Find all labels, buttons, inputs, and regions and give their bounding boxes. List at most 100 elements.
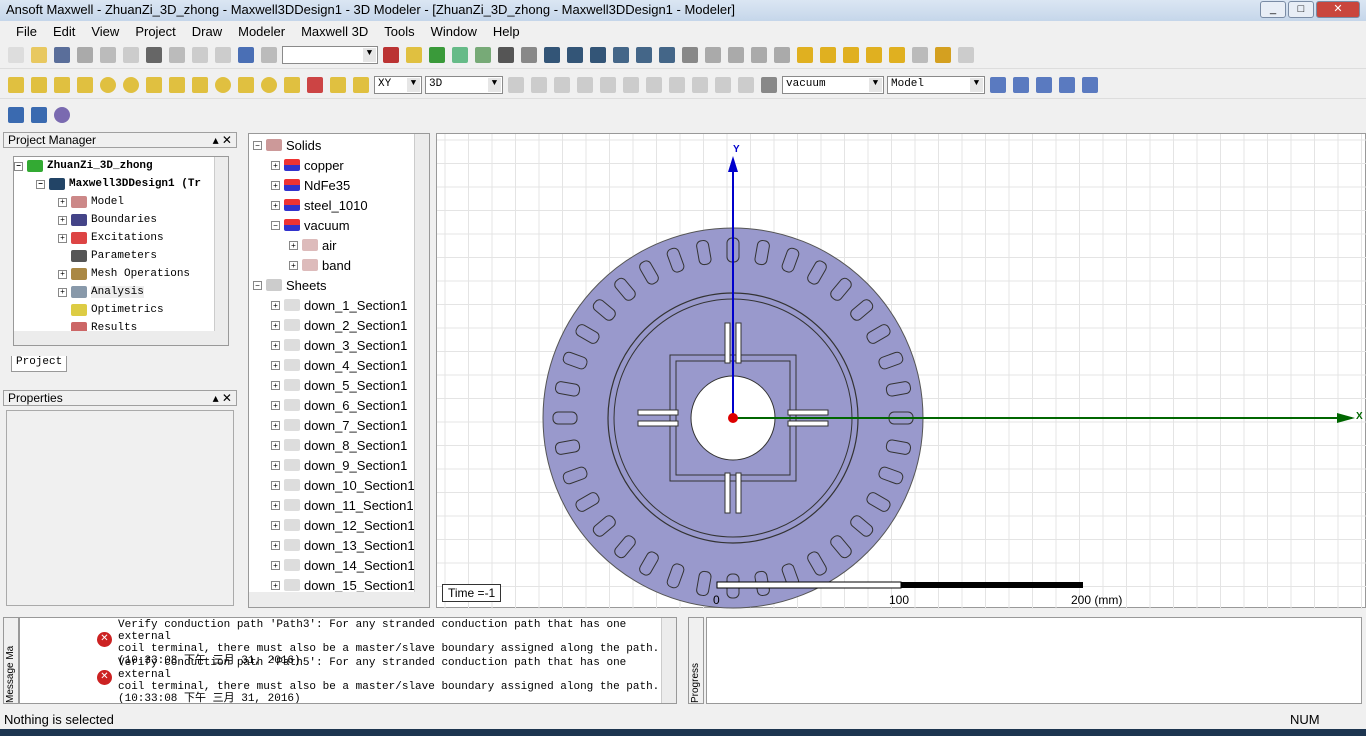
move-icon[interactable] — [600, 76, 616, 93]
tree-sheets[interactable]: − Sheets — [249, 275, 429, 295]
tree-object-air[interactable]: + air — [249, 235, 429, 255]
draw-circle-icon[interactable] — [215, 76, 231, 93]
spin-icon[interactable] — [590, 46, 606, 63]
draw-sphere-icon[interactable] — [100, 76, 116, 93]
expand-icon[interactable]: + — [271, 500, 280, 510]
horizontal-scrollbar[interactable] — [14, 331, 228, 345]
tree-project[interactable]: − ZhuanZi_3D_zhong — [14, 157, 228, 175]
scale-icon[interactable] — [738, 76, 754, 93]
vertical-scrollbar[interactable] — [214, 157, 228, 333]
menu-project[interactable]: Project — [127, 24, 183, 39]
snap-edge-icon[interactable] — [1036, 76, 1052, 93]
menu-draw[interactable]: Draw — [184, 24, 230, 39]
tree-item-excitations[interactable]: + Excitations — [14, 229, 228, 247]
expand-icon[interactable]: + — [271, 460, 280, 470]
curve-icon[interactable] — [797, 46, 813, 63]
snap-icon[interactable] — [990, 76, 1006, 93]
show-icon[interactable] — [728, 46, 744, 63]
progress-tab[interactable]: Progress — [688, 617, 704, 704]
expand-icon[interactable]: + — [271, 380, 280, 390]
plane-dropdown[interactable]: XY — [374, 75, 422, 94]
select-faces-icon[interactable] — [261, 46, 277, 63]
tree-sheet-item[interactable]: + down_13_Section1 — [249, 535, 429, 555]
expand-icon[interactable]: − — [253, 140, 262, 150]
draw-torus-icon[interactable] — [123, 76, 139, 93]
expand-icon[interactable]: + — [271, 180, 280, 190]
draw-spiral-icon[interactable] — [169, 76, 185, 93]
tree-material-NdFe35[interactable]: + NdFe35 — [249, 175, 429, 195]
message-item[interactable]: ✕ Verify conduction path 'Path3': For an… — [20, 619, 676, 667]
close-icon[interactable]: ▴ ✕ — [213, 133, 232, 147]
analyze-icon[interactable] — [452, 46, 468, 63]
message-manager-tab[interactable]: Message Ma — [3, 617, 19, 704]
snap-vertex-icon[interactable] — [1013, 76, 1029, 93]
view-icon[interactable] — [682, 46, 698, 63]
expand-icon[interactable]: + — [271, 160, 280, 170]
expand-icon[interactable]: + — [271, 400, 280, 410]
model-dropdown[interactable]: Model — [887, 75, 985, 94]
tree-sheet-item[interactable]: + down_14_Section1 — [249, 555, 429, 575]
expand-icon[interactable]: + — [271, 540, 280, 550]
tree-sheet-item[interactable]: + down_8_Section1 — [249, 435, 429, 455]
zoom-in-icon[interactable] — [636, 46, 652, 63]
draw-ellipse-icon[interactable] — [261, 76, 277, 93]
tree-item-boundaries[interactable]: + Boundaries — [14, 211, 228, 229]
menu-view[interactable]: View — [83, 24, 127, 39]
zoom-fit-icon[interactable] — [659, 46, 675, 63]
delete-icon[interactable] — [169, 46, 185, 63]
tree-sheet-item[interactable]: + down_7_Section1 — [249, 415, 429, 435]
expand-icon[interactable]: − — [253, 280, 262, 290]
excitation-icon[interactable] — [406, 46, 422, 63]
redo-icon[interactable] — [215, 46, 231, 63]
tree-sheet-item[interactable]: + down_10_Section1 — [249, 475, 429, 495]
menu-window[interactable]: Window — [423, 24, 485, 39]
plane-icon[interactable] — [353, 76, 369, 93]
expand-icon[interactable]: + — [289, 240, 298, 250]
tree-sheet-item[interactable]: + down_5_Section1 — [249, 375, 429, 395]
maxwell-circuit-icon[interactable] — [54, 107, 70, 123]
expand-icon[interactable]: − — [271, 220, 280, 230]
subtract-icon[interactable] — [531, 76, 547, 93]
expand-icon[interactable]: + — [271, 580, 280, 590]
snap-face-icon[interactable] — [1059, 76, 1075, 93]
tree-sheet-item[interactable]: + down_11_Section1 — [249, 495, 429, 515]
render-icon[interactable] — [751, 46, 767, 63]
tree-solids[interactable]: − Solids — [249, 135, 429, 155]
tab-project[interactable]: Project — [11, 356, 67, 372]
tree-material-steel_1010[interactable]: + steel_1010 — [249, 195, 429, 215]
spline-icon[interactable] — [820, 46, 836, 63]
cut-icon[interactable] — [77, 46, 93, 63]
close-icon[interactable]: ▴ ✕ — [213, 391, 232, 405]
dimension-dropdown[interactable]: 3D — [425, 75, 503, 94]
results-icon[interactable] — [475, 46, 491, 63]
expand-icon[interactable]: + — [271, 480, 280, 490]
message-item[interactable]: ✕ Verify conduction path 'Path5': For an… — [20, 657, 676, 703]
context-help-icon[interactable] — [958, 46, 974, 63]
close-button[interactable]: ✕ — [1316, 1, 1360, 18]
menu-tools[interactable]: Tools — [376, 24, 422, 39]
duplicate-icon[interactable] — [715, 76, 731, 93]
menu-modeler[interactable]: Modeler — [230, 24, 293, 39]
material-dropdown[interactable]: vacuum — [782, 75, 884, 94]
rotate-obj-icon[interactable] — [623, 76, 639, 93]
mirror-icon[interactable] — [646, 76, 662, 93]
hide-icon[interactable] — [705, 46, 721, 63]
menu-edit[interactable]: Edit — [45, 24, 83, 39]
vertical-scrollbar[interactable] — [414, 134, 429, 594]
expand-icon[interactable]: + — [271, 560, 280, 570]
horizontal-scrollbar[interactable] — [249, 592, 429, 607]
draw-cylinder-icon[interactable] — [31, 76, 47, 93]
maxwell-solver-icon[interactable] — [31, 107, 47, 123]
zoom-icon[interactable] — [613, 46, 629, 63]
expand-icon[interactable]: + — [271, 360, 280, 370]
draw-polygon-icon[interactable] — [238, 76, 254, 93]
check-icon[interactable] — [429, 46, 445, 63]
arc-icon[interactable] — [843, 46, 859, 63]
draw-helix-icon[interactable] — [146, 76, 162, 93]
unite-icon[interactable] — [508, 76, 524, 93]
tree-sheet-item[interactable]: + down_2_Section1 — [249, 315, 429, 335]
expand-icon[interactable]: + — [271, 420, 280, 430]
shade-icon[interactable] — [774, 46, 790, 63]
cover-icon[interactable] — [692, 76, 708, 93]
tree-material-copper[interactable]: + copper — [249, 155, 429, 175]
